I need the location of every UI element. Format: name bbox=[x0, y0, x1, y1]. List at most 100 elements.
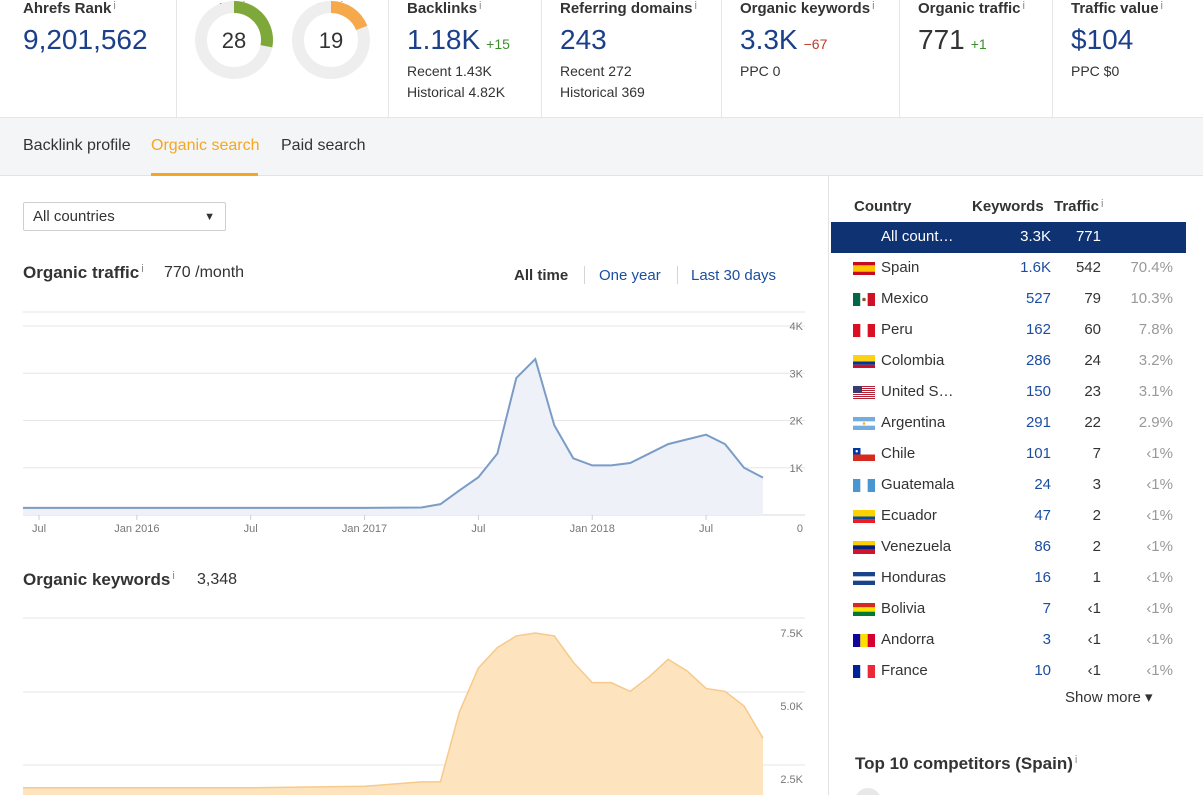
info-icon[interactable]: i bbox=[1101, 198, 1103, 210]
country-keywords[interactable]: 162 bbox=[1026, 321, 1051, 338]
country-traffic-share: 2.9% bbox=[1138, 414, 1173, 431]
column-country[interactable]: Country bbox=[854, 198, 912, 215]
organic-keywords-chart: 7.5K 5.0K 2.5K bbox=[23, 617, 805, 795]
country-row[interactable]: Guatemala 24 3 ‹1% bbox=[831, 470, 1186, 501]
country-row[interactable]: Venezuela 86 2 ‹1% bbox=[831, 532, 1186, 563]
country-row[interactable]: Andorra 3 ‹1 ‹1% bbox=[831, 625, 1186, 656]
competitors-title: Top 10 competitors (Spain) i bbox=[855, 754, 1078, 773]
country-traffic: 22 bbox=[1084, 414, 1101, 431]
peru-flag-icon bbox=[853, 324, 875, 337]
country-name[interactable]: Bolivia bbox=[881, 600, 963, 617]
country-name[interactable]: Venezuela bbox=[881, 538, 963, 555]
keywords-area bbox=[23, 633, 763, 795]
organic-traffic-label: Organic traffic i bbox=[918, 0, 1025, 17]
country-name[interactable]: Ecuador bbox=[881, 507, 963, 524]
country-traffic: ‹1 bbox=[1087, 631, 1101, 648]
argentina-flag-icon bbox=[853, 417, 875, 430]
spain-flag-icon bbox=[853, 262, 875, 275]
organic-traffic-metric: Organic traffic i 771 +1 bbox=[899, 0, 1052, 118]
country-traffic-share: 7.8% bbox=[1138, 321, 1173, 338]
organic-traffic-value: 771 +1 bbox=[918, 24, 987, 55]
country-keywords[interactable]: 1.6K bbox=[1020, 259, 1051, 276]
country-traffic: ‹1 bbox=[1087, 662, 1101, 679]
country-name[interactable]: Argentina bbox=[881, 414, 963, 431]
country-keywords[interactable]: 10 bbox=[1034, 662, 1051, 679]
country-row[interactable]: United S… 150 23 3.1% bbox=[831, 377, 1186, 408]
country-keywords[interactable]: 3 bbox=[1043, 631, 1051, 648]
country-row[interactable]: Argentina 291 22 2.9% bbox=[831, 408, 1186, 439]
country-traffic-share: 70.4% bbox=[1130, 259, 1173, 276]
venezuela-flag-icon bbox=[853, 541, 875, 554]
country-traffic: 24 bbox=[1084, 352, 1101, 369]
country-name[interactable]: Honduras bbox=[881, 569, 963, 586]
country-traffic-share: ‹1% bbox=[1146, 445, 1173, 462]
country-name[interactable]: Guatemala bbox=[881, 476, 963, 493]
country-row[interactable]: Honduras 16 1 ‹1% bbox=[831, 563, 1186, 594]
traffic-value-label: Traffic value i bbox=[1071, 0, 1163, 17]
show-more-button[interactable]: Show more ▾ bbox=[1065, 688, 1153, 706]
country-name[interactable]: Peru bbox=[881, 321, 963, 338]
country-keywords[interactable]: 291 bbox=[1026, 414, 1051, 431]
country-traffic: 771 bbox=[1075, 228, 1101, 245]
competitor-avatar bbox=[855, 788, 881, 795]
country-row[interactable]: Mexico 527 79 10.3% bbox=[831, 284, 1186, 315]
country-keywords[interactable]: 86 bbox=[1034, 538, 1051, 555]
country-row[interactable]: Chile 101 7 ‹1% bbox=[831, 439, 1186, 470]
honduras-flag-icon bbox=[853, 572, 875, 585]
country-row[interactable]: All count… 3.3K 771 bbox=[831, 222, 1186, 253]
country-traffic-share: ‹1% bbox=[1146, 631, 1173, 648]
country-traffic-share: ‹1% bbox=[1146, 507, 1173, 524]
country-name[interactable]: Colombia bbox=[881, 352, 963, 369]
country-name[interactable]: France bbox=[881, 662, 963, 679]
country-traffic: 1 bbox=[1092, 569, 1101, 586]
country-name[interactable]: All count… bbox=[881, 228, 963, 245]
organic-traffic-delta: +1 bbox=[970, 36, 987, 52]
column-traffic[interactable]: Traffic i bbox=[1054, 198, 1103, 215]
country-row[interactable]: France 10 ‹1 ‹1% bbox=[831, 656, 1186, 687]
country-traffic: 2 bbox=[1092, 538, 1101, 555]
country-traffic: 79 bbox=[1084, 290, 1101, 307]
country-traffic: 7 bbox=[1092, 445, 1101, 462]
mexico-flag-icon bbox=[853, 293, 875, 306]
country-traffic: 23 bbox=[1084, 383, 1101, 400]
traffic-value-value: $104 bbox=[1071, 24, 1134, 55]
country-keywords[interactable]: 7 bbox=[1043, 600, 1051, 617]
traffic-value-ppc: PPC $0 bbox=[1071, 63, 1120, 79]
country-keywords[interactable]: 101 bbox=[1026, 445, 1051, 462]
country-traffic-share: ‹1% bbox=[1146, 476, 1173, 493]
country-traffic: 2 bbox=[1092, 507, 1101, 524]
country-name[interactable]: United S… bbox=[881, 383, 963, 400]
info-icon[interactable]: i bbox=[872, 0, 874, 12]
country-name[interactable]: Mexico bbox=[881, 290, 963, 307]
country-row[interactable]: Spain 1.6K 542 70.4% bbox=[831, 253, 1186, 284]
country-keywords[interactable]: 286 bbox=[1026, 352, 1051, 369]
info-icon[interactable]: i bbox=[1075, 754, 1077, 766]
country-row[interactable]: Colombia 286 24 3.2% bbox=[831, 346, 1186, 377]
info-icon[interactable]: i bbox=[1161, 0, 1163, 12]
chile-flag-icon bbox=[853, 448, 875, 461]
country-traffic: 542 bbox=[1075, 259, 1101, 276]
country-name[interactable]: Andorra bbox=[881, 631, 963, 648]
country-name[interactable]: Spain bbox=[881, 259, 963, 276]
info-icon[interactable]: i bbox=[1023, 0, 1025, 12]
y-tick-label: 5.0K bbox=[780, 701, 803, 713]
country-traffic-share: ‹1% bbox=[1146, 569, 1173, 586]
country-traffic: 60 bbox=[1084, 321, 1101, 338]
country-keywords[interactable]: 16 bbox=[1034, 569, 1051, 586]
country-row[interactable]: Ecuador 47 2 ‹1% bbox=[831, 501, 1186, 532]
bolivia-flag-icon bbox=[853, 603, 875, 616]
country-row[interactable]: Peru 162 60 7.8% bbox=[831, 315, 1186, 346]
country-traffic: 3 bbox=[1092, 476, 1101, 493]
column-keywords[interactable]: Keywords bbox=[972, 198, 1044, 215]
country-keywords[interactable]: 24 bbox=[1034, 476, 1051, 493]
country-keywords[interactable]: 3.3K bbox=[1020, 228, 1051, 245]
france-flag-icon bbox=[853, 665, 875, 678]
country-traffic-share: ‹1% bbox=[1146, 600, 1173, 617]
country-keywords[interactable]: 47 bbox=[1034, 507, 1051, 524]
country-keywords[interactable]: 150 bbox=[1026, 383, 1051, 400]
usa-flag-icon bbox=[853, 386, 875, 399]
country-name[interactable]: Chile bbox=[881, 445, 963, 462]
country-row[interactable]: Bolivia 7 ‹1 ‹1% bbox=[831, 594, 1186, 625]
country-traffic: ‹1 bbox=[1087, 600, 1101, 617]
country-keywords[interactable]: 527 bbox=[1026, 290, 1051, 307]
